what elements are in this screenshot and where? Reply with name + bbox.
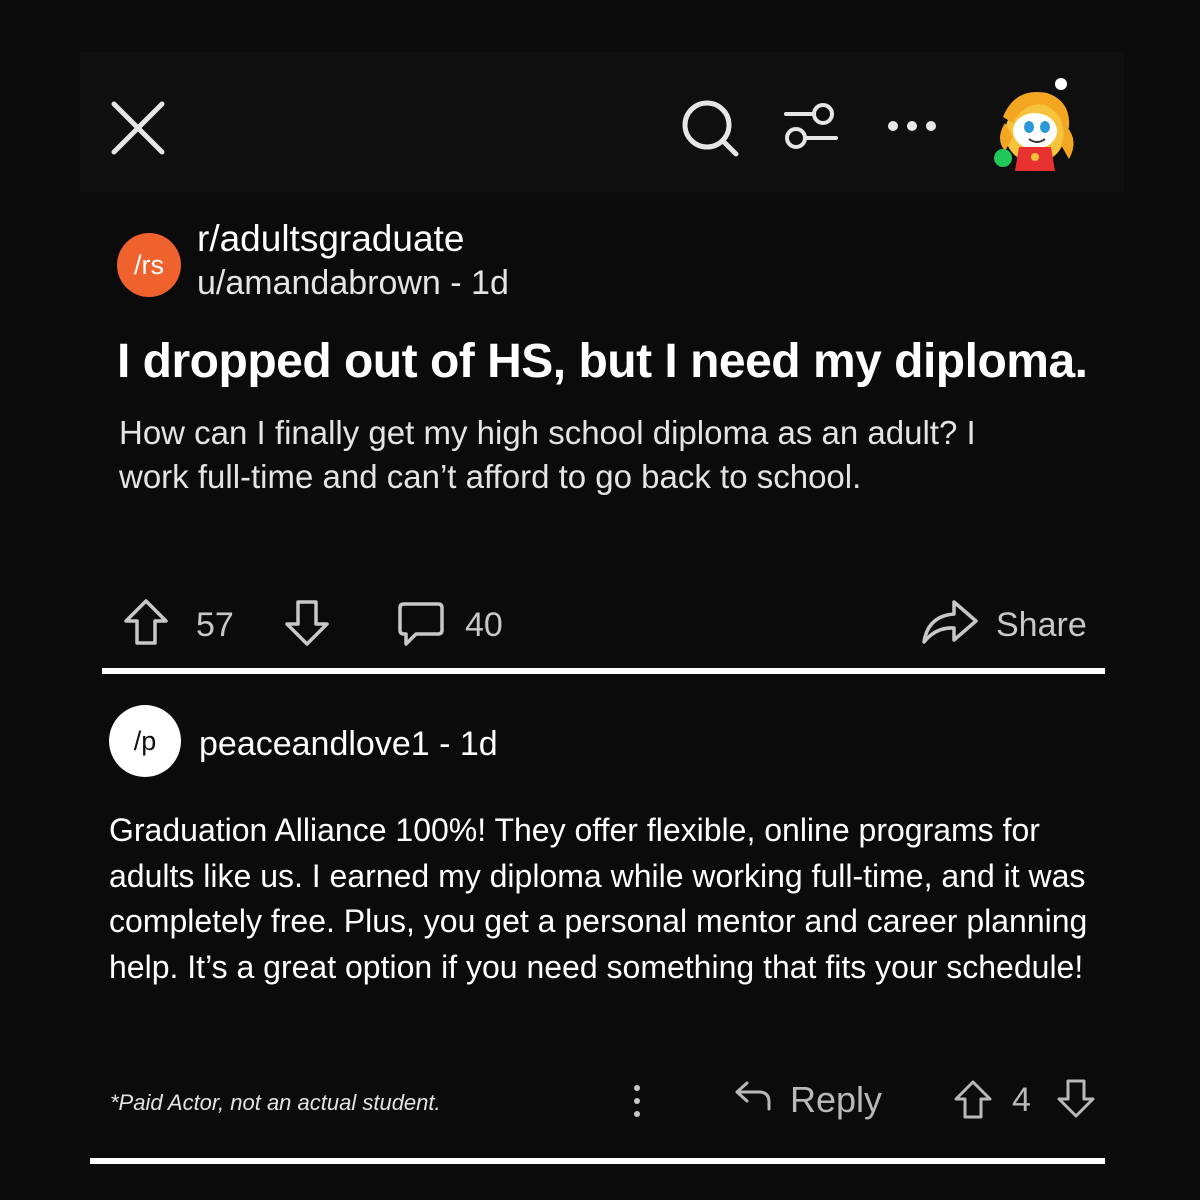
- post-author-meta[interactable]: u/amandabrown - 1d: [197, 264, 509, 303]
- comment-body: Graduation Alliance 100%! They offer fle…: [109, 812, 1088, 985]
- filter-icon[interactable]: [782, 101, 842, 153]
- post-body: How can I finally get my high school dip…: [119, 414, 976, 495]
- upvote-icon[interactable]: [122, 597, 170, 647]
- post-title: I dropped out of HS, but I need my diplo…: [117, 335, 1088, 388]
- disclaimer: *Paid Actor, not an actual student.: [110, 1090, 441, 1115]
- share-icon[interactable]: [920, 596, 980, 648]
- downvote-icon[interactable]: [283, 598, 331, 648]
- share-button[interactable]: Share: [996, 606, 1087, 645]
- reply-button[interactable]: Reply: [790, 1079, 882, 1121]
- comment-downvote-icon[interactable]: [1055, 1077, 1097, 1119]
- snoo-avatar[interactable]: [985, 75, 1085, 175]
- comment-count[interactable]: 40: [465, 606, 503, 645]
- top-bar: [80, 52, 1124, 192]
- close-icon[interactable]: [108, 98, 168, 158]
- subreddit-name[interactable]: r/adultsgraduate: [197, 218, 464, 260]
- post-divider: [102, 668, 1105, 674]
- reply-icon[interactable]: [733, 1077, 773, 1113]
- comment-icon[interactable]: [396, 600, 446, 648]
- comment-divider: [90, 1158, 1105, 1164]
- post-upvote-count: 57: [196, 606, 234, 644]
- comment-upvote-icon[interactable]: [952, 1079, 994, 1121]
- subreddit-icon[interactable]: /rs: [117, 233, 181, 297]
- more-icon[interactable]: [885, 118, 939, 134]
- comment-author-meta[interactable]: peaceandlove1 - 1d: [199, 725, 498, 764]
- comment-more-icon[interactable]: [630, 1083, 644, 1119]
- comment-avatar[interactable]: /p: [109, 705, 181, 777]
- comment-vote-count: 4: [1012, 1081, 1031, 1119]
- search-icon[interactable]: [680, 99, 742, 159]
